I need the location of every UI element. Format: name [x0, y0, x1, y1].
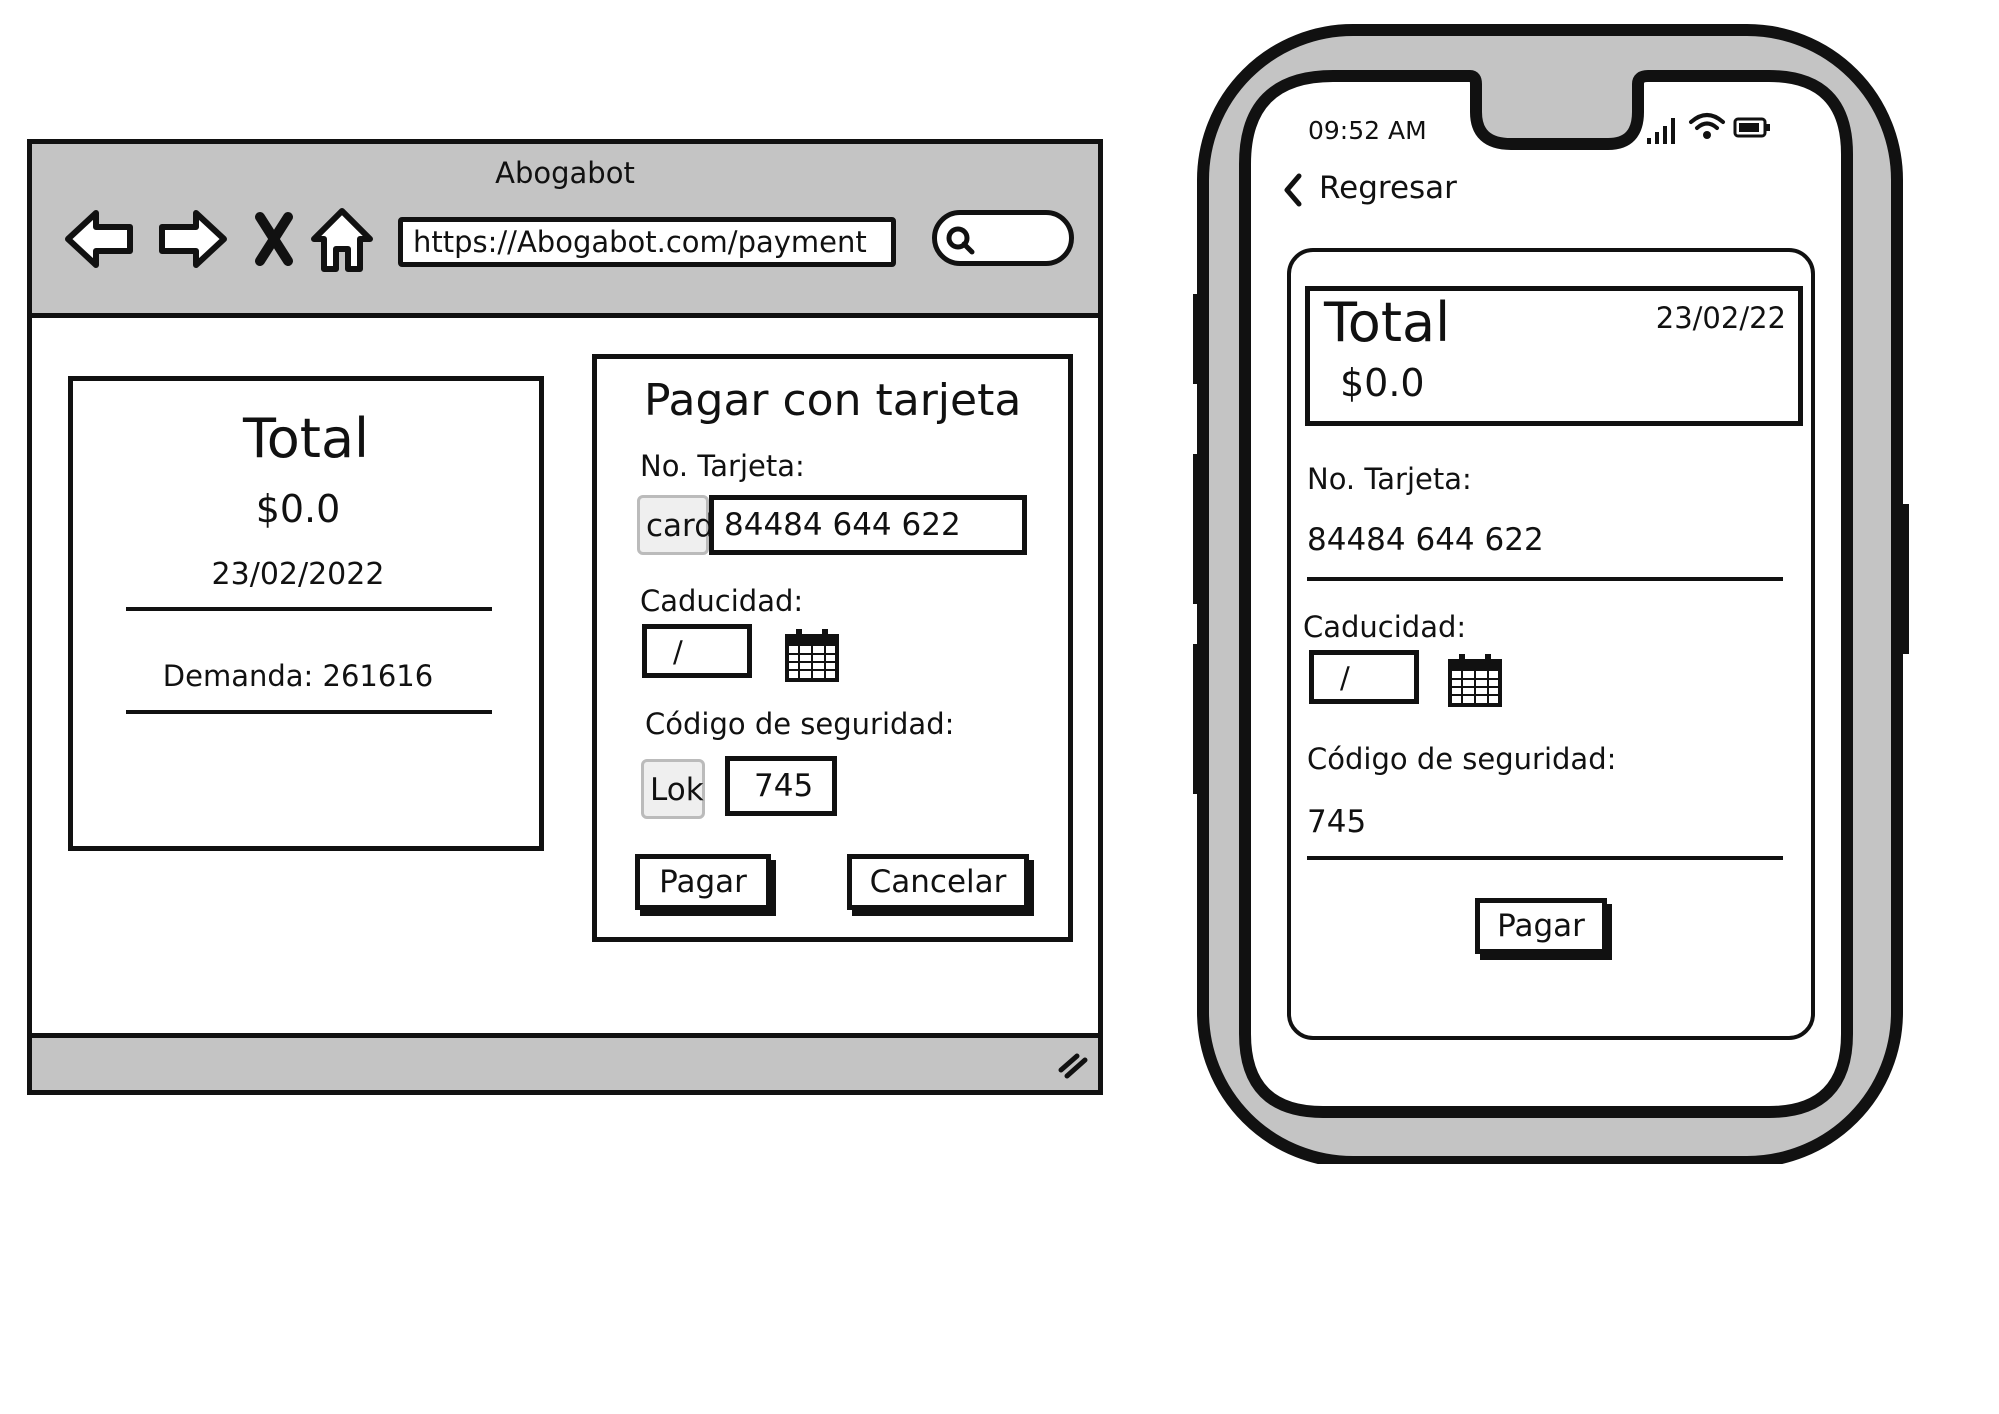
- cancel-button[interactable]: Cancelar: [847, 854, 1029, 910]
- divider: [126, 607, 492, 611]
- phone-security-code-label: Código de seguridad:: [1307, 742, 1617, 776]
- phone-card-number-value[interactable]: 84484 644 622: [1307, 522, 1544, 558]
- wifi-icon: [1689, 113, 1725, 139]
- lock-image-placeholder: Lok: [641, 759, 705, 819]
- status-time: 09:52 AM: [1308, 116, 1427, 145]
- phone-expiry-label: Caducidad:: [1303, 610, 1467, 644]
- search-box[interactable]: [932, 210, 1074, 266]
- summary-date: 23/02/2022: [211, 557, 385, 592]
- card-number-field[interactable]: card 84484 644 622: [637, 495, 1027, 555]
- phone-expiry-value: /: [1340, 661, 1350, 695]
- phone-payment-card: Total 23/02/22 $0.0 No. Tarjeta: 84484 6…: [1287, 248, 1815, 1040]
- pay-button[interactable]: Pagar: [635, 854, 771, 910]
- divider: [1307, 856, 1783, 860]
- chevron-left-icon[interactable]: [1281, 172, 1305, 208]
- divider: [126, 710, 492, 714]
- security-code-label: Código de seguridad:: [645, 707, 955, 741]
- card-number-input[interactable]: 84484 644 622: [709, 495, 1027, 555]
- browser-status-bar: [32, 1033, 1098, 1090]
- phone-date: 23/02/22: [1655, 301, 1786, 335]
- total-title: Total: [242, 407, 370, 470]
- expiry-input[interactable]: /: [642, 624, 752, 678]
- card-number-label: No. Tarjeta:: [640, 449, 805, 483]
- url-bar[interactable]: https://Abogabot.com/payment: [398, 217, 896, 267]
- phone-card-number-label: No. Tarjeta:: [1307, 462, 1472, 496]
- resize-grip-icon[interactable]: [1057, 1048, 1091, 1082]
- card-image-placeholder: card: [637, 495, 714, 555]
- back-arrow-icon[interactable]: [62, 199, 142, 279]
- expiry-value: /: [673, 635, 683, 669]
- phone-total-amount: $0.0: [1340, 361, 1425, 405]
- search-icon: [946, 226, 975, 255]
- security-code-input[interactable]: 745: [725, 756, 837, 816]
- expiry-label: Caducidad:: [640, 584, 804, 618]
- browser-title: Abogabot: [495, 156, 635, 190]
- signal-icon: [1647, 118, 1675, 144]
- phone-total-title: Total: [1324, 291, 1451, 354]
- security-code-value: 745: [754, 768, 814, 804]
- card-image-label: card: [646, 508, 714, 544]
- card-number-value: 84484 644 622: [724, 507, 961, 543]
- forward-arrow-icon[interactable]: [150, 199, 230, 279]
- total-amount: $0.0: [255, 487, 341, 531]
- calendar-icon[interactable]: [784, 627, 840, 683]
- form-title: Pagar con tarjeta: [644, 375, 1022, 426]
- divider: [1307, 577, 1783, 581]
- phone-calendar-icon[interactable]: [1447, 652, 1503, 708]
- battery-icon: [1733, 117, 1770, 138]
- phone-security-code-value[interactable]: 745: [1307, 804, 1366, 840]
- phone-total-box: Total 23/02/22 $0.0: [1305, 286, 1803, 426]
- url-text: https://Abogabot.com/payment: [413, 225, 867, 259]
- summary-card: Total $0.0 23/02/2022 Demanda: 261616: [68, 376, 544, 851]
- demand-number: Demanda: 261616: [162, 659, 434, 693]
- phone-pay-button[interactable]: Pagar: [1475, 898, 1607, 954]
- browser-window: Abogabot https://Abogabot.com/payment To…: [27, 139, 1103, 1095]
- payment-form: Pagar con tarjeta No. Tarjeta: card 8448…: [592, 354, 1073, 942]
- phone-mockup: 09:52 AM Regresar Total 23/02/22 $0.0 No…: [1193, 24, 1909, 1164]
- back-link[interactable]: Regresar: [1319, 170, 1457, 206]
- lock-image-label: Lok: [650, 772, 704, 808]
- home-icon[interactable]: [302, 199, 382, 279]
- browser-toolbar: Abogabot https://Abogabot.com/payment: [32, 144, 1098, 318]
- phone-expiry-input[interactable]: /: [1309, 650, 1419, 704]
